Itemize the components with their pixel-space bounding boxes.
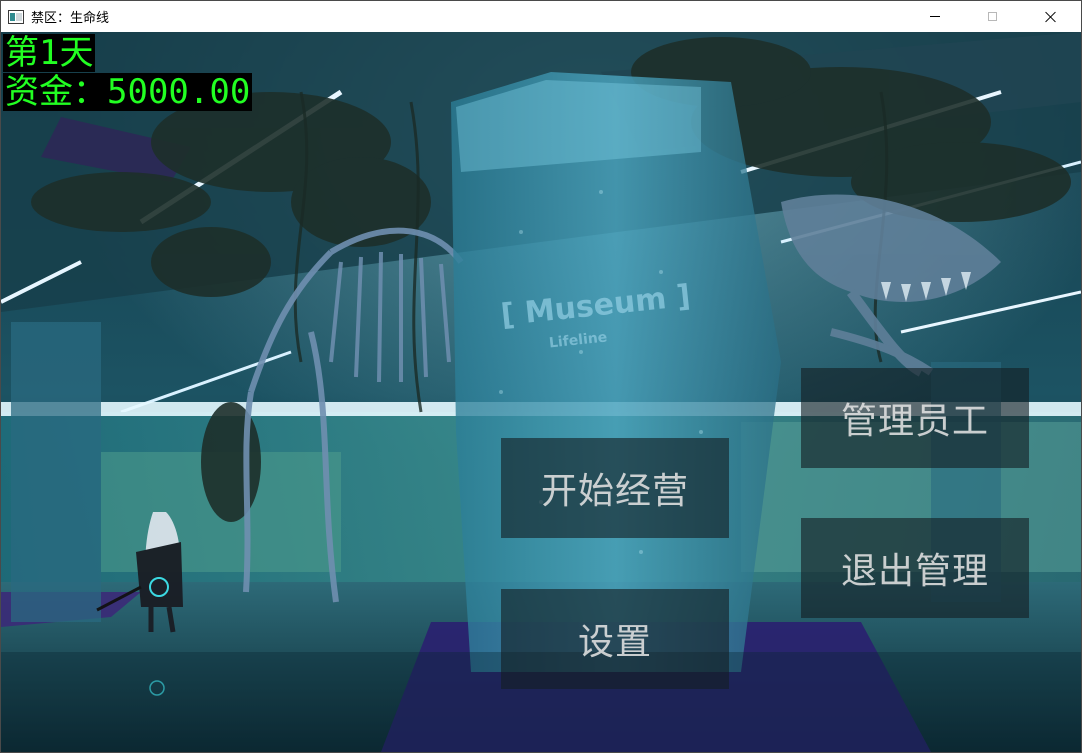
minimize-icon: [930, 16, 940, 17]
window-title: 禁区：生命线: [31, 11, 110, 26]
title-bar[interactable]: 禁区：生命线: [1, 1, 1081, 32]
app-window-icon: [8, 9, 24, 24]
close-button[interactable]: [1028, 1, 1074, 32]
game-window: 禁区：生命线 [Museum] Lifeline 第1天 资金：5000.0…: [0, 0, 1082, 753]
close-icon: [1045, 11, 1057, 23]
settings-button[interactable]: 设置: [501, 589, 729, 689]
maximize-icon: [987, 12, 997, 21]
exit-management-button[interactable]: 退出管理: [801, 518, 1029, 618]
day-counter: 第1天: [3, 33, 96, 73]
manage-staff-button[interactable]: 管理员工: [801, 368, 1029, 468]
game-viewport: [ Museum ] Lifeline 第1天 资金：5000.00 开始经营 …: [1, 32, 1081, 752]
start-business-button[interactable]: 开始经营: [501, 438, 729, 538]
maximize-button[interactable]: [969, 1, 1015, 32]
funds-display: 资金：5000.00: [3, 72, 253, 112]
minimize-button[interactable]: [912, 1, 958, 32]
